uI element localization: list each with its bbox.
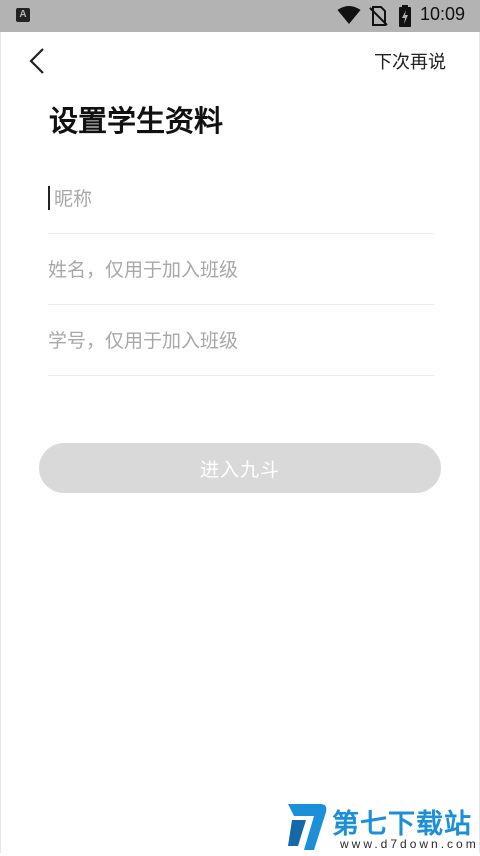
student-id-field bbox=[48, 304, 434, 376]
status-bar: A 10:09 bbox=[0, 0, 480, 32]
student-id-input[interactable] bbox=[48, 326, 434, 356]
chevron-left-icon bbox=[29, 48, 44, 74]
watermark-site-name: 第七下载站 bbox=[332, 809, 472, 840]
page-title: 设置学生资料 bbox=[49, 104, 224, 138]
back-button[interactable] bbox=[23, 46, 53, 76]
wifi-icon bbox=[337, 5, 361, 29]
skip-button[interactable]: 下次再说 bbox=[374, 48, 446, 74]
watermark: 第七下载站 www.d7down.com bbox=[284, 800, 479, 852]
name-field bbox=[48, 233, 434, 305]
nickname-field bbox=[48, 162, 434, 234]
enter-jiudou-button[interactable]: 进入九斗 bbox=[39, 443, 441, 493]
name-input[interactable] bbox=[48, 255, 434, 285]
battery-charging-icon bbox=[398, 5, 412, 31]
watermark-url: www.d7down.com bbox=[340, 837, 479, 851]
set-student-profile-page: 下次再说 设置学生资料 进入九斗 第七下载站 www.d7down.com bbox=[0, 32, 480, 853]
notification-a-icon: A bbox=[16, 8, 30, 22]
status-time: 10:09 bbox=[420, 4, 466, 24]
d7-logo-icon bbox=[286, 800, 330, 856]
nickname-input[interactable] bbox=[48, 184, 434, 214]
no-sim-icon bbox=[368, 6, 388, 30]
